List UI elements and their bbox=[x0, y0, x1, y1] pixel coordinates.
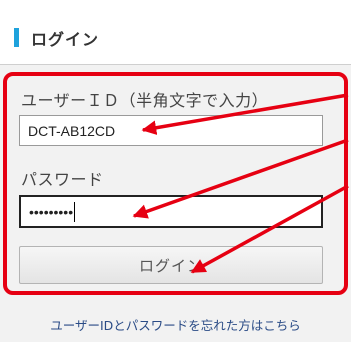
arrow-to-login-button bbox=[190, 184, 349, 274]
annotation-arrows bbox=[132, 93, 349, 274]
arrow-to-user-id bbox=[141, 93, 349, 136]
